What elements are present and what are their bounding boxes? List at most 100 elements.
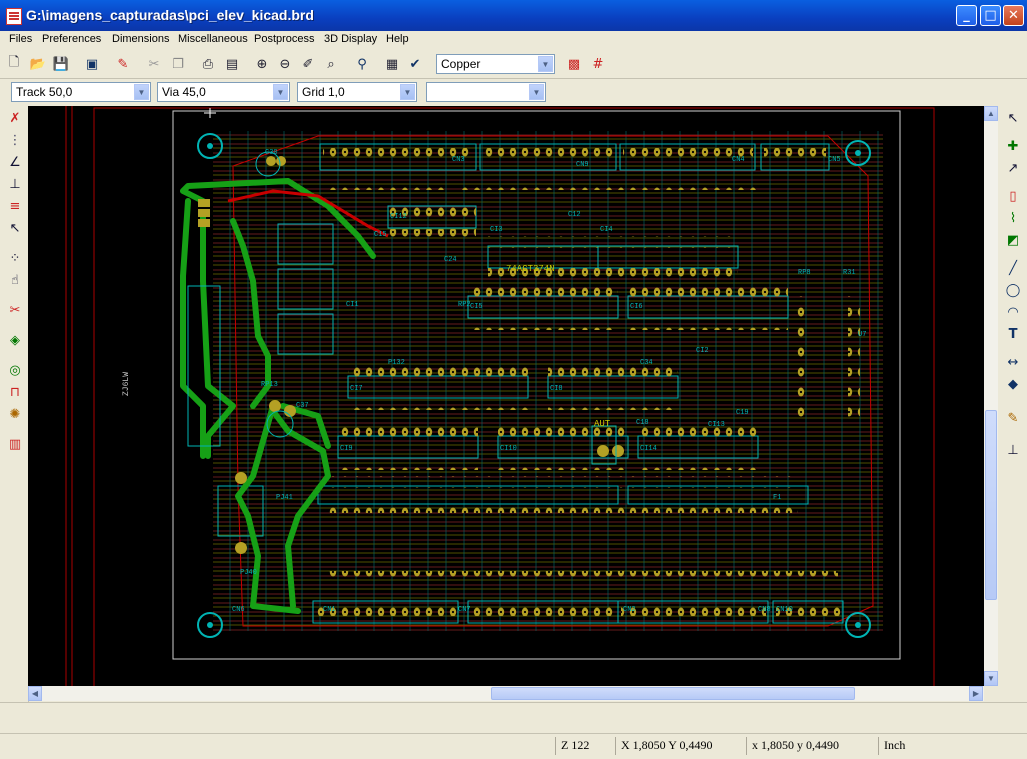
add-circle-icon[interactable]: ◯ [1003,280,1023,300]
menu-help[interactable]: Help [386,33,409,45]
ref-label: CI10 [500,445,517,453]
add-arc-icon[interactable]: ◠ [1003,302,1023,322]
ref-label: CN7 [458,606,471,614]
module-ratsnest-icon[interactable]: ☝ [5,270,25,290]
ratsnest-icon[interactable]: ⁘ [5,248,25,268]
drc-icon[interactable]: ✔ [405,54,425,74]
scroll-down-icon[interactable]: ▼ [984,671,998,686]
zoom-in-icon[interactable]: ⊕ [252,54,272,74]
minimize-button[interactable]: _ [956,5,977,26]
add-module-icon[interactable]: ▯ [1003,186,1023,206]
menu-dimensions[interactable]: Dimensions [112,33,169,45]
pcb-canvas[interactable]: 74ACT374N AUT ZJ6LW C30 C37 C15 C12 C19 … [28,106,986,686]
copy-icon[interactable]: ❐ [168,54,188,74]
highlight-net-icon[interactable]: ✚ [1003,136,1023,156]
open-icon[interactable]: 📂 [28,54,48,74]
menu-preferences[interactable]: Preferences [42,33,101,45]
grid-select[interactable]: Grid 1,0 ▼ [297,82,417,102]
title-bar[interactable]: G:\imagens_capturadas\pci_elev_kicad.brd… [0,0,1027,31]
add-text-icon[interactable]: T [1003,324,1023,344]
window-title: G:\imagens_capturadas\pci_elev_kicad.brd [26,7,314,23]
show-zones-icon[interactable]: ◈ [5,330,25,350]
scroll-right-icon[interactable]: ▶ [969,686,983,701]
menu-postprocess[interactable]: Postprocess [254,33,315,45]
pcbnew-window: G:\imagens_capturadas\pci_elev_kicad.brd… [0,0,1027,759]
ref-label: F1 [773,494,781,502]
layer-pair-icon[interactable]: ▩ [564,54,584,74]
zoom-out-icon[interactable]: ⊖ [275,54,295,74]
scroll-left-icon[interactable]: ◀ [28,686,42,701]
find-icon[interactable]: ⚲ [352,54,372,74]
via-size-value: Via 45,0 [162,85,206,99]
ref-label: R31 [843,269,856,277]
horizontal-scroll-thumb[interactable] [491,687,855,700]
via-pair-icon[interactable]: # [588,54,608,74]
cursor-shape-icon[interactable]: ↖ [5,218,25,238]
delete-icon[interactable]: ✎ [1003,408,1023,428]
save-module-icon[interactable]: ▣ [82,54,102,74]
add-mire-icon[interactable]: ◆ [1003,374,1023,394]
ref-label: CI13 [708,421,725,429]
maximize-button[interactable]: □ [980,5,1001,26]
high-contrast-icon[interactable]: ✺ [5,404,25,424]
vertical-scrollbar[interactable]: ▲ ▼ [984,106,998,686]
options-toolbar: ✗ ⋮ ∠ ⊥ ≡ ↖ ⁘ ☝ ✂ ◈ ◎ ⊓ ✺ ▥ [0,106,29,702]
track-width-select[interactable]: Track 50,0 ▼ [11,82,151,102]
local-ratsnest-icon[interactable]: ↗ [1003,158,1023,178]
status-relative-coords: x 1,8050 y 0,4490 [746,737,876,755]
print-icon[interactable]: ⎙ [198,54,218,74]
menu-files[interactable]: Files [9,33,32,45]
menu-miscellaneous[interactable]: Miscellaneous [178,33,248,45]
status-absolute-coords: X 1,8050 Y 0,4490 [615,737,748,755]
via-size-select[interactable]: Via 45,0 ▼ [157,82,290,102]
select-arrow-icon[interactable]: ↖ [1003,108,1023,128]
module-editor-icon[interactable]: ✎ [113,54,133,74]
plot-icon[interactable]: ▤ [222,54,242,74]
grid-display-icon[interactable]: ⋮ [5,130,25,150]
add-track-icon[interactable]: ⌇ [1003,208,1023,228]
pad-sketch-icon[interactable]: ◎ [5,360,25,380]
ref-label: CI6 [630,303,643,311]
add-zone-icon[interactable]: ◩ [1003,230,1023,250]
units-mm-icon[interactable]: ≡ [5,196,25,216]
status-bar: Z 122 X 1,8050 Y 0,4490 x 1,8050 y 0,449… [0,733,1027,759]
zoom-select[interactable]: ▼ [426,82,546,102]
message-panel [0,702,1027,734]
ref-label: CI2 [696,347,709,355]
ref-label: C12 [568,211,581,219]
ref-label: CI9 [340,445,353,453]
new-board-icon[interactable]: 🗋 [4,54,24,74]
set-origin-icon[interactable]: ⊥ [1003,440,1023,460]
track-sketch-icon[interactable]: ⊓ [5,382,25,402]
layer-select[interactable]: Copper ▼ [436,54,555,74]
save-icon[interactable]: 💾 [51,54,71,74]
polar-coord-icon[interactable]: ∠ [5,152,25,172]
layer-manager-icon[interactable]: ▥ [5,434,25,454]
ref-label: CN5 [828,156,841,164]
ref-label: CN8 [758,606,771,614]
close-button[interactable]: ✕ [1003,5,1024,26]
redraw-icon[interactable]: ✐ [298,54,318,74]
menu-3d-display[interactable]: 3D Display [324,33,377,45]
cut-icon[interactable]: ✂ [144,54,164,74]
ref-label: CN9 [576,161,589,169]
units-inch-icon[interactable]: ⊥ [5,174,25,194]
horizontal-scrollbar[interactable]: ◀ ▶ [28,686,984,701]
ref-label: CI3 [490,226,503,234]
drc-off-icon[interactable]: ✗ [5,108,25,128]
add-line-icon[interactable]: ╱ [1003,258,1023,278]
netlist-icon[interactable]: ▦ [382,54,402,74]
auto-delete-track-icon[interactable]: ✂ [5,300,25,320]
zoom-auto-icon[interactable]: ⌕ [321,54,341,74]
ref-label: C34 [640,359,653,367]
vertical-scroll-thumb[interactable] [985,410,997,600]
status-units: Inch [878,737,1014,755]
ref-label: RP13 [261,381,278,389]
ref-label: C19 [736,409,749,417]
scroll-up-icon[interactable]: ▲ [984,106,998,121]
menu-bar: Files Preferences Dimensions Miscellaneo… [0,31,1027,50]
add-dimension-icon[interactable]: ↔ [1003,352,1023,372]
chevron-down-icon: ▼ [273,84,288,100]
ref-label: C37 [296,402,309,410]
chevron-down-icon: ▼ [538,56,553,72]
